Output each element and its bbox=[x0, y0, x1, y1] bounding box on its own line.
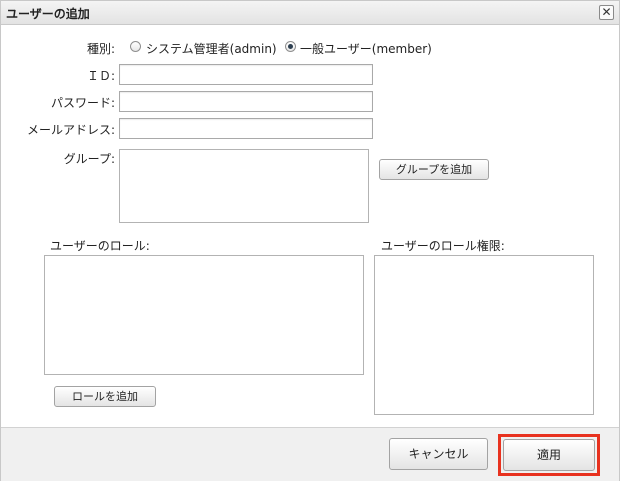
close-icon[interactable]: ✕ bbox=[599, 5, 614, 20]
password-input[interactable] bbox=[119, 91, 373, 112]
id-label: ＩＤ: bbox=[86, 69, 115, 83]
add-group-button[interactable]: グループを追加 bbox=[379, 159, 489, 180]
email-label: メールアドレス: bbox=[26, 123, 115, 137]
id-input[interactable] bbox=[119, 64, 373, 85]
apply-button-highlight bbox=[498, 434, 600, 476]
role-permissions-label: ユーザーのロール権限: bbox=[381, 239, 505, 253]
add-role-button[interactable]: ロールを追加 bbox=[54, 386, 156, 407]
radio-member[interactable] bbox=[285, 41, 296, 52]
password-label: パスワード: bbox=[50, 96, 115, 110]
cancel-button[interactable]: キャンセル bbox=[389, 438, 488, 470]
dialog-titlebar: ユーザーの追加 ✕ bbox=[1, 1, 619, 25]
roles-label: ユーザーのロール: bbox=[50, 239, 150, 253]
radio-admin-label[interactable]: システム管理者(admin) bbox=[146, 40, 277, 57]
radio-member-label[interactable]: 一般ユーザー(member) bbox=[300, 40, 432, 57]
role-permissions-list[interactable] bbox=[374, 255, 594, 415]
roles-list[interactable] bbox=[44, 255, 364, 375]
type-label: 種別: bbox=[86, 42, 115, 56]
group-label: グループ: bbox=[63, 152, 115, 166]
dialog-title: ユーザーの追加 bbox=[6, 7, 90, 21]
email-input[interactable] bbox=[119, 118, 373, 139]
radio-admin[interactable] bbox=[130, 41, 141, 52]
add-user-dialog: ユーザーの追加 ✕ 種別: システム管理者(admin) 一般ユーザー(memb… bbox=[0, 0, 620, 481]
group-list[interactable] bbox=[119, 149, 369, 223]
